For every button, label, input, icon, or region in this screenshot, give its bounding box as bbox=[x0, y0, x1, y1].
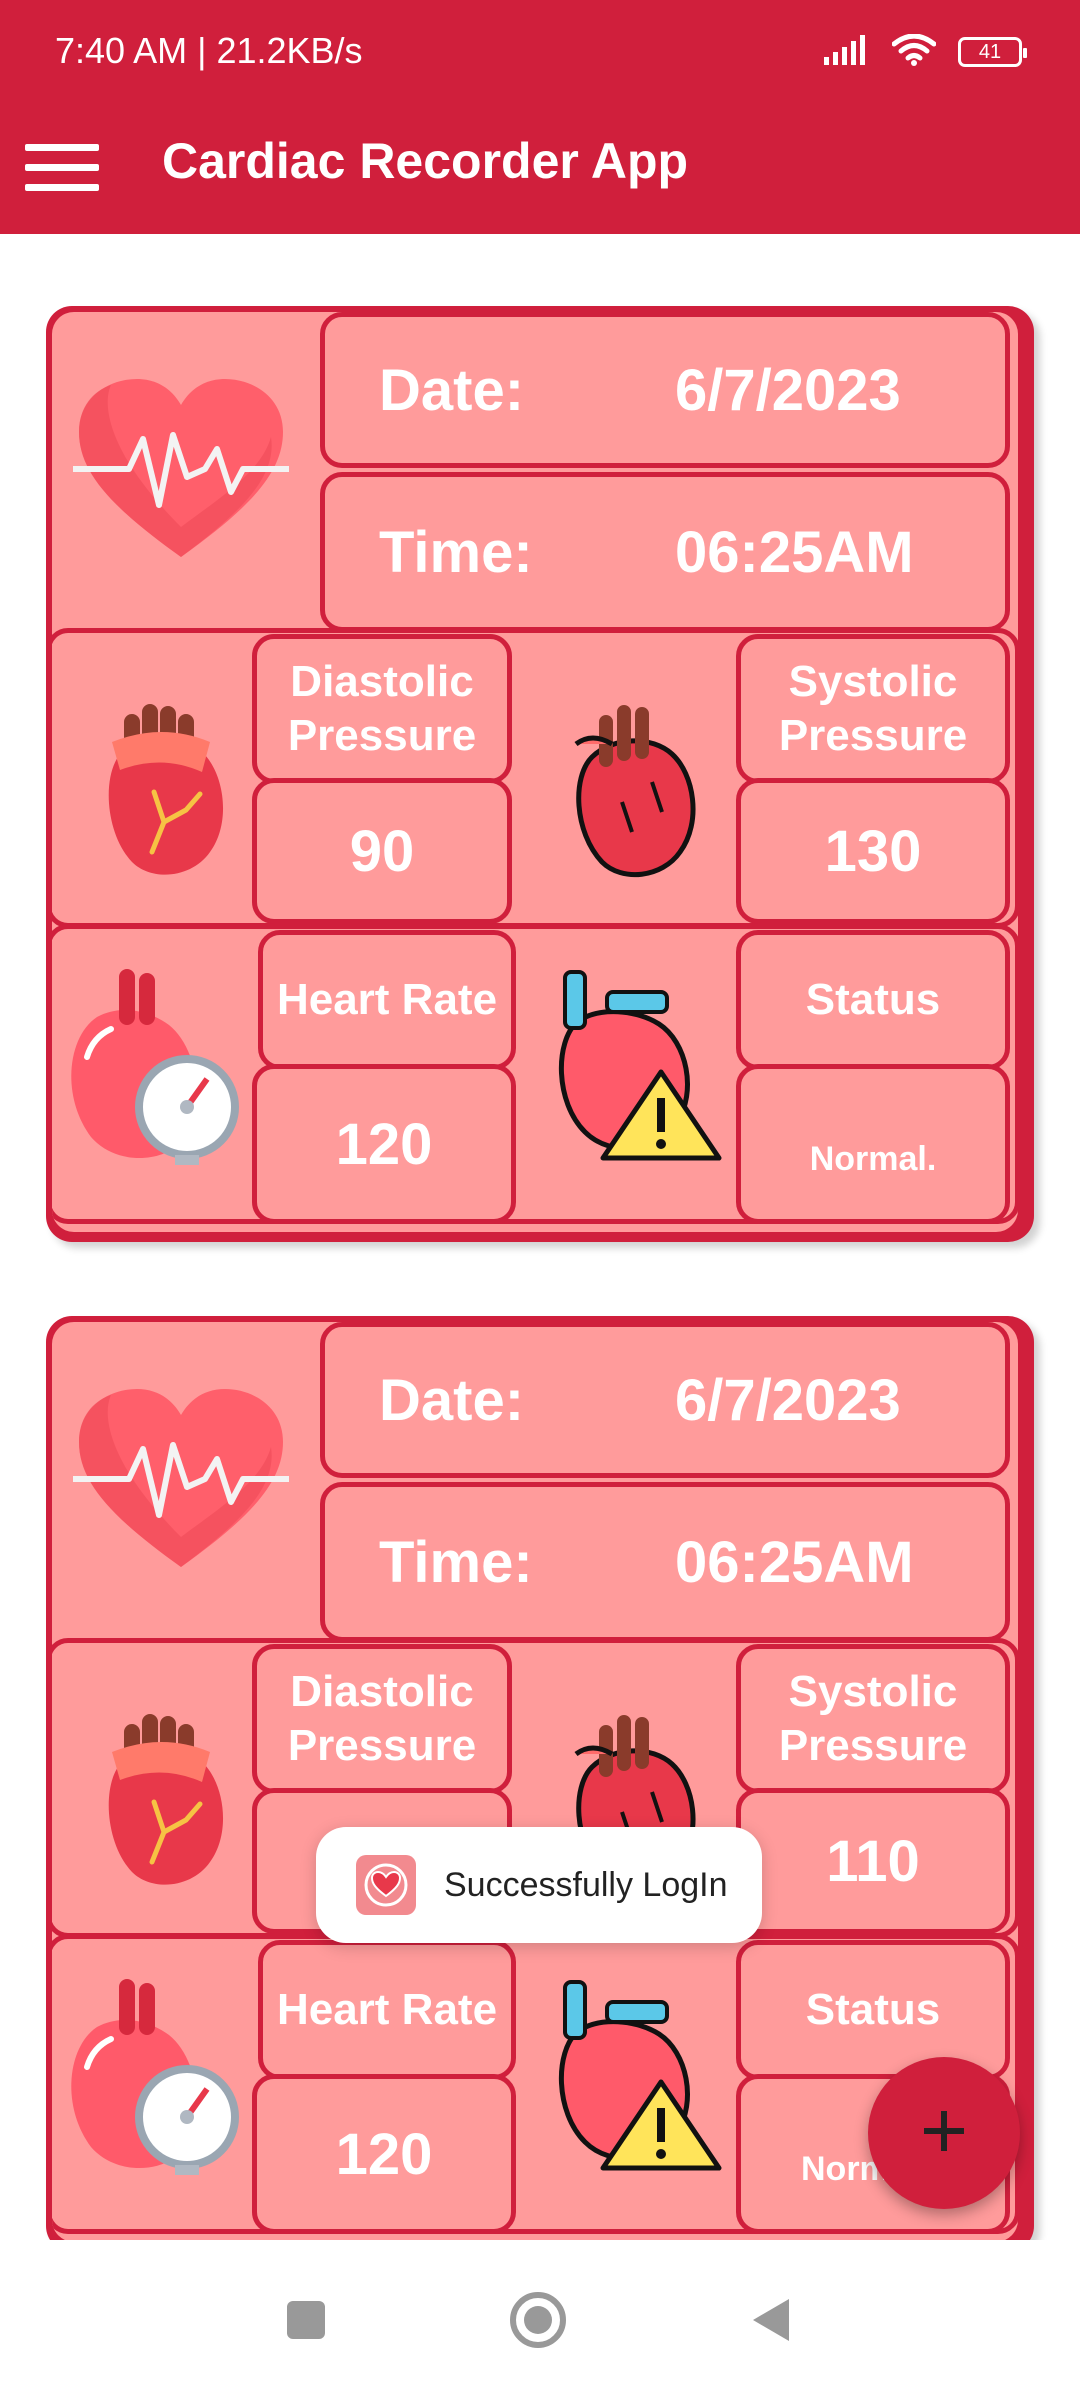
heart-rate-value-box: 120 bbox=[252, 1064, 516, 1224]
heartbeat-heart-icon bbox=[66, 372, 296, 572]
battery-icon: 41 bbox=[958, 37, 1027, 67]
date-value: 6/7/2023 bbox=[675, 1367, 901, 1433]
app-logo-icon bbox=[356, 1855, 416, 1915]
heart-gauge-icon bbox=[52, 952, 252, 1182]
systolic-label-box: Systolic Pressure bbox=[736, 634, 1010, 784]
systolic-label-box: Systolic Pressure bbox=[736, 1644, 1010, 1794]
anatomical-heart-icon bbox=[72, 672, 252, 892]
status-value: Normal. bbox=[809, 1140, 937, 1178]
anatomical-heart-icon bbox=[72, 1682, 252, 1902]
systolic-value-box: 110 bbox=[736, 1788, 1010, 1934]
diastolic-label-box: Diastolic Pressure bbox=[252, 634, 512, 784]
diastolic-value: 90 bbox=[349, 818, 415, 884]
heart-rate-value: 120 bbox=[335, 2121, 433, 2187]
diastolic-value-box: 90 bbox=[252, 778, 512, 924]
systolic-value: 130 bbox=[824, 818, 922, 884]
toast-message: Successfully LogIn bbox=[444, 1865, 728, 1904]
status-label-box: Status bbox=[736, 1940, 1010, 2080]
hamburger-menu-icon[interactable] bbox=[24, 130, 100, 206]
system-nav-bar bbox=[0, 2240, 1080, 2400]
heart-warning-icon bbox=[542, 1962, 732, 2182]
date-row: Date: 6/7/2023 bbox=[320, 1322, 1010, 1478]
line-heart-icon bbox=[542, 672, 722, 892]
heart-rate-label-box: Heart Rate bbox=[258, 930, 516, 1070]
systolic-value: 110 bbox=[826, 1828, 920, 1894]
heart-rate-label: Heart Rate bbox=[276, 1985, 498, 2034]
heart-rate-value: 120 bbox=[335, 1111, 433, 1177]
time-value: 06:25AM bbox=[675, 1529, 914, 1595]
back-triangle-icon[interactable] bbox=[730, 2280, 810, 2360]
status-bar: 7:40 AM | 21.2KB/s 41 bbox=[0, 0, 1080, 108]
add-record-button[interactable] bbox=[868, 2057, 1020, 2209]
status-label: Status bbox=[805, 1985, 941, 2034]
status-time: 7:40 AM | 21.2KB/s bbox=[55, 30, 363, 71]
plus-icon bbox=[922, 2109, 966, 2158]
date-value: 6/7/2023 bbox=[675, 357, 901, 423]
app-title: Cardiac Recorder App bbox=[162, 133, 689, 189]
status-icons: 41 bbox=[824, 32, 1027, 72]
systolic-label: Systolic Pressure bbox=[778, 1667, 968, 1770]
heart-rate-label-box: Heart Rate bbox=[258, 1940, 516, 2080]
record-card-body: Date: 6/7/2023 Time: 06:25AM Diastolic P… bbox=[52, 312, 1018, 1232]
record-card[interactable]: Date: 6/7/2023 Time: 06:25AM Diastolic P… bbox=[46, 306, 1034, 1242]
date-row: Date: 6/7/2023 bbox=[320, 312, 1010, 468]
systolic-value-box: 130 bbox=[736, 778, 1010, 924]
heart-rate-value-box: 120 bbox=[252, 2074, 516, 2234]
login-toast: Successfully LogIn bbox=[316, 1827, 762, 1943]
wifi-icon bbox=[891, 33, 937, 71]
home-circle-icon[interactable] bbox=[498, 2280, 578, 2360]
date-label: Date: bbox=[379, 1367, 525, 1433]
heart-warning-icon bbox=[542, 952, 732, 1172]
recents-square-icon[interactable] bbox=[266, 2280, 346, 2360]
time-label: Time: bbox=[379, 1529, 533, 1595]
systolic-label: Systolic Pressure bbox=[778, 657, 968, 760]
heart-rate-label: Heart Rate bbox=[276, 975, 498, 1024]
status-label: Status bbox=[805, 975, 941, 1024]
heartbeat-heart-icon bbox=[66, 1382, 296, 1582]
heart-gauge-icon bbox=[52, 1962, 252, 2192]
date-label: Date: bbox=[379, 357, 525, 423]
status-value-box: Normal. bbox=[736, 1064, 1010, 1224]
app-bar: Cardiac Recorder App bbox=[0, 108, 1080, 234]
time-label: Time: bbox=[379, 519, 533, 585]
time-row: Time: 06:25AM bbox=[320, 472, 1010, 632]
diastolic-label: Diastolic Pressure bbox=[287, 657, 477, 760]
time-row: Time: 06:25AM bbox=[320, 1482, 1010, 1642]
time-value: 06:25AM bbox=[675, 519, 914, 585]
status-label-box: Status bbox=[736, 930, 1010, 1070]
diastolic-label: Diastolic Pressure bbox=[287, 1667, 477, 1770]
signal-icon bbox=[824, 34, 870, 70]
diastolic-label-box: Diastolic Pressure bbox=[252, 1644, 512, 1794]
